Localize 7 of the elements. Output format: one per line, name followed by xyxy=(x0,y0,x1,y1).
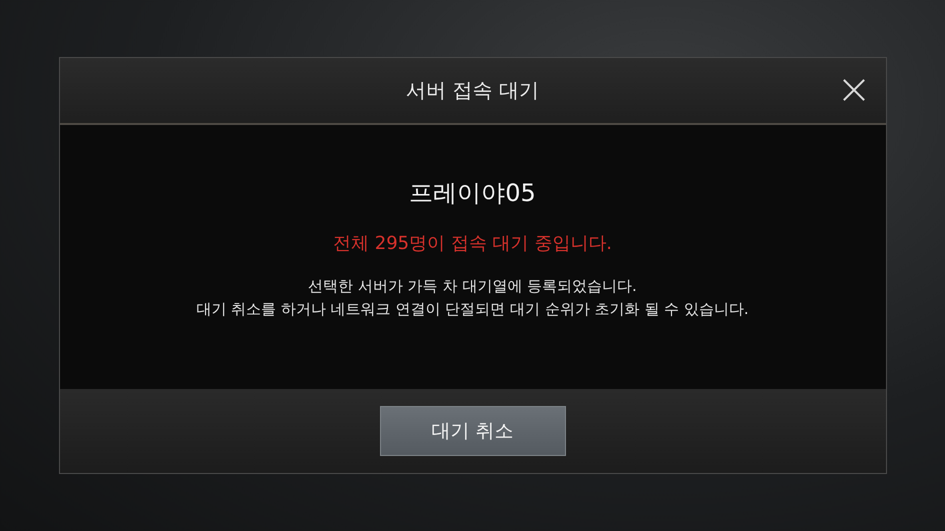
server-name: 프레이야05 xyxy=(409,178,536,209)
message-text: 대기 취소를 하거나 네트워크 연결이 단절되면 대기 순위가 초기화 될 수 있습니다. xyxy=(196,300,749,319)
queue-notice: 전체 295명이 접속 대기 중입니다. xyxy=(333,232,612,255)
cancel-button[interactable]: 대기 취소 xyxy=(380,406,566,456)
message-text: 선택한 서버가 가득 차 대기열에 등록되었습니다. xyxy=(308,277,637,296)
dialog-title: 서버 접속 대기 xyxy=(406,77,539,104)
close-icon[interactable] xyxy=(842,78,866,102)
